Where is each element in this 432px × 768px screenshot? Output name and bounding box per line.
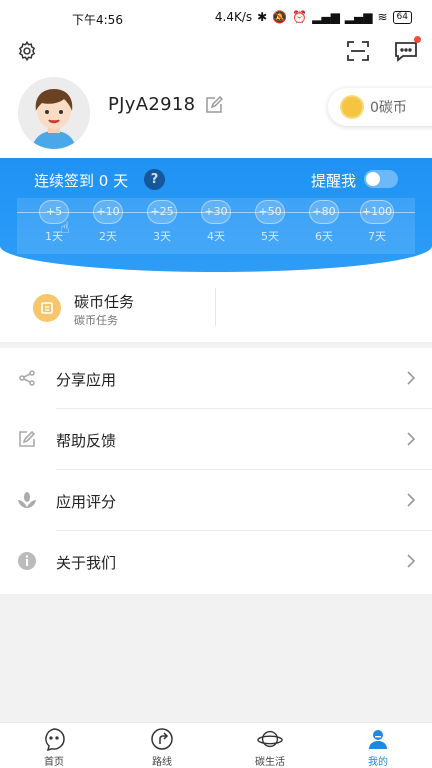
day-reward: +30 xyxy=(201,200,231,224)
settings-gear-icon[interactable] xyxy=(14,38,40,64)
day-label: 6天 xyxy=(315,230,333,243)
wifi-icon: ≋ xyxy=(377,10,388,24)
menu-label: 应用评分 xyxy=(56,493,117,511)
signal-icon: ▂▄▆ xyxy=(312,10,340,24)
signin-day-2[interactable]: +10 2天 xyxy=(91,200,125,244)
route-icon xyxy=(149,727,175,751)
tab-label: 首页 xyxy=(44,757,64,768)
coin-icon xyxy=(340,95,364,119)
info-icon xyxy=(16,550,38,572)
unread-dot xyxy=(414,36,421,43)
task-subtitle: 碳币任务 xyxy=(74,314,118,327)
coin-task-card[interactable]: 碳币任务 碳币任务 xyxy=(0,272,432,342)
network-speed: 4.4K/s xyxy=(214,10,253,24)
menu-item-share[interactable]: 分享应用 xyxy=(0,348,432,409)
status-icons: 4.4K/s ✱ 🔕 ⏰ ▂▄▆ ▂▄▆ ≋ 64 xyxy=(215,10,412,24)
rating-icon xyxy=(16,489,38,511)
share-icon xyxy=(16,367,38,389)
chevron-right-icon xyxy=(407,554,416,568)
bluetooth-icon: ✱ xyxy=(257,10,268,24)
edit-icon[interactable] xyxy=(205,95,224,114)
tab-route[interactable]: 路线 xyxy=(127,727,197,768)
signin-day-7[interactable]: +100 7天 xyxy=(360,200,394,244)
signin-day-4[interactable]: +30 4天 xyxy=(199,200,233,244)
task-divider xyxy=(215,288,216,326)
avatar[interactable] xyxy=(18,77,90,149)
menu-label: 关于我们 xyxy=(56,554,117,572)
messages-icon[interactable] xyxy=(393,36,421,64)
home-icon xyxy=(41,727,67,751)
tab-label: 碳生活 xyxy=(255,757,285,768)
hand-pointer-icon: ☝ xyxy=(60,218,70,237)
menu-item-about[interactable]: 关于我们 xyxy=(0,531,432,592)
tab-carbon-life[interactable]: 碳生活 xyxy=(235,727,305,768)
task-title: 碳币任务 xyxy=(74,293,135,311)
signin-day-5[interactable]: +50 5天 xyxy=(253,200,287,244)
signin-streak-title: 连续签到 0 天 xyxy=(34,172,129,190)
day-label: 2天 xyxy=(99,230,117,243)
settings-menu: 分享应用 帮助反馈 应用评分 关于我们 xyxy=(0,348,432,594)
profile-header: PJyA2918 0碳币 xyxy=(0,34,432,160)
day-reward: +25 xyxy=(147,200,177,224)
status-time: 下午4:56 xyxy=(72,13,123,27)
day-reward: +80 xyxy=(309,200,339,224)
tab-mine[interactable]: 我的 xyxy=(343,727,413,768)
username: PJyA2918 xyxy=(108,94,196,115)
feedback-icon xyxy=(16,428,38,450)
status-bar: 下午4:56 4.4K/s ✱ 🔕 ⏰ ▂▄▆ ▂▄▆ ≋ 64 xyxy=(0,0,432,34)
coin-balance-button[interactable]: 0碳币 xyxy=(328,88,432,126)
coin-balance: 0碳币 xyxy=(370,100,407,116)
chevron-right-icon xyxy=(407,432,416,446)
menu-item-feedback[interactable]: 帮助反馈 xyxy=(0,409,432,470)
signin-day-3[interactable]: +25 3天 xyxy=(145,200,179,244)
day-reward: +100 xyxy=(360,200,394,224)
task-icon xyxy=(33,294,61,322)
day-label: 7天 xyxy=(368,230,386,243)
profile-icon xyxy=(365,727,391,751)
day-reward: +10 xyxy=(93,200,123,224)
day-label: 5天 xyxy=(261,230,279,243)
tab-label: 路线 xyxy=(152,757,172,768)
planet-icon xyxy=(257,727,283,751)
mute-icon: 🔕 xyxy=(272,10,288,24)
signin-day-6[interactable]: +80 6天 xyxy=(307,200,341,244)
menu-label: 分享应用 xyxy=(56,371,117,389)
tab-label: 我的 xyxy=(368,757,388,768)
day-reward: +50 xyxy=(255,200,285,224)
scan-icon[interactable] xyxy=(345,38,371,64)
menu-item-rating[interactable]: 应用评分 xyxy=(0,470,432,531)
battery-icon: 64 xyxy=(392,10,412,24)
chevron-right-icon xyxy=(407,493,416,507)
signal-icon-2: ▂▄▆ xyxy=(344,10,373,24)
toggle-knob xyxy=(366,172,380,186)
tab-home[interactable]: 首页 xyxy=(19,727,89,768)
day-label: 3天 xyxy=(153,230,171,243)
menu-label: 帮助反馈 xyxy=(56,432,117,450)
help-icon[interactable]: ? xyxy=(144,169,165,190)
chevron-right-icon xyxy=(407,371,416,385)
bottom-tab-bar: 首页 路线 碳生活 我的 xyxy=(0,722,432,768)
remind-toggle[interactable] xyxy=(364,170,398,188)
alarm-icon: ⏰ xyxy=(292,10,308,24)
remind-label: 提醒我 xyxy=(311,172,357,190)
signin-panel: 连续签到 0 天 ? 提醒我 +5 1天 +10 2天 +25 3天 +30 4… xyxy=(0,158,432,272)
day-label: 4天 xyxy=(207,230,225,243)
